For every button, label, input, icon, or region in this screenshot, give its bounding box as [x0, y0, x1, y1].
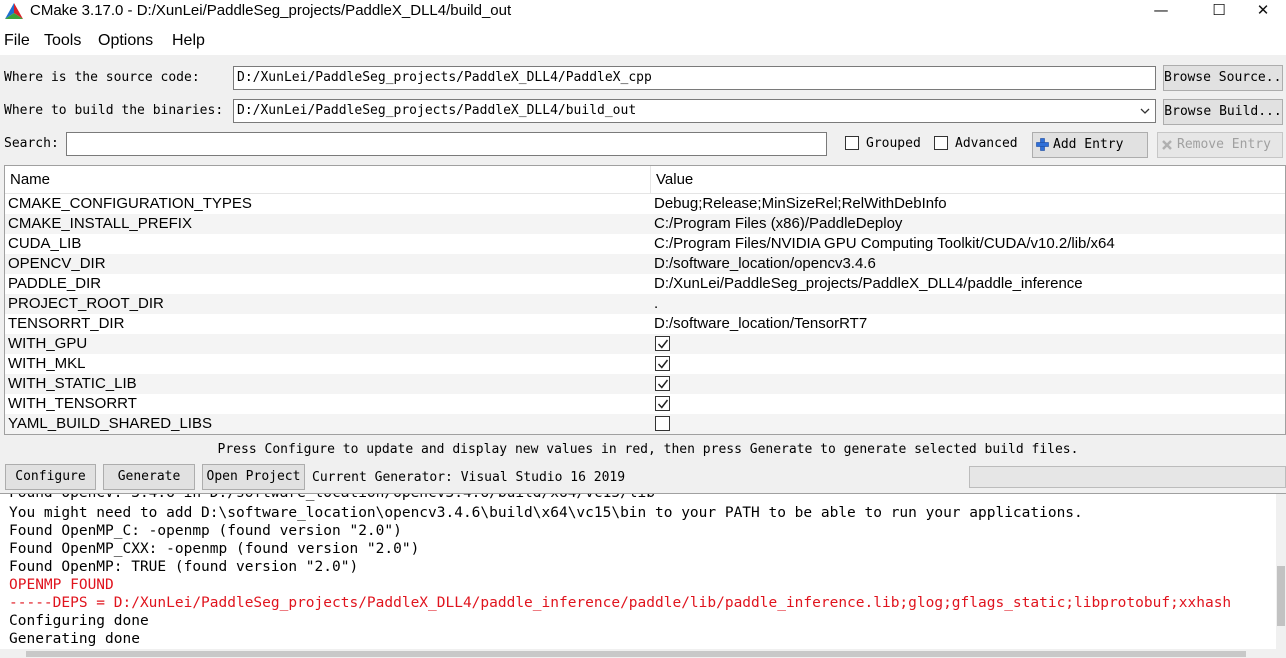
menu-file[interactable]: File: [4, 31, 30, 51]
table-row[interactable]: PADDLE_DIR D:/XunLei/PaddleSeg_projects/…: [5, 274, 1285, 294]
row-name: CMAKE_INSTALL_PREFIX: [8, 215, 192, 232]
row-name: WITH_MKL: [8, 355, 86, 372]
row-checkbox[interactable]: [655, 396, 670, 411]
column-header-value[interactable]: Value: [656, 171, 693, 189]
row-checkbox[interactable]: [655, 336, 670, 351]
table-row[interactable]: PROJECT_ROOT_DIR .: [5, 294, 1285, 314]
scrollbar-thumb[interactable]: [1277, 566, 1285, 626]
row-name: CMAKE_CONFIGURATION_TYPES: [8, 195, 252, 212]
checkmark-icon: [657, 359, 669, 369]
log-line: Found OpenMP_CXX: -openmp (found version…: [9, 541, 420, 557]
menu-options[interactable]: Options: [98, 31, 153, 51]
table-row[interactable]: CMAKE_INSTALL_PREFIX C:/Program Files (x…: [5, 214, 1285, 234]
row-name: TENSORRT_DIR: [8, 315, 125, 332]
log-line: Configuring done: [9, 613, 149, 629]
build-label: Where to build the binaries:: [4, 103, 224, 118]
search-label: Search:: [4, 136, 59, 151]
source-label: Where is the source code:: [4, 70, 200, 85]
scrollbar-thumb[interactable]: [26, 651, 1246, 657]
log-vertical-scrollbar[interactable]: [1276, 494, 1286, 658]
table-row[interactable]: WITH_STATIC_LIB: [5, 374, 1285, 394]
log-line: You might need to add D:\software_locati…: [9, 505, 1083, 521]
menu-bar: File Tools Options Help: [0, 30, 1286, 52]
output-log[interactable]: Found OpenCV: 3.4.6 in D:/software_locat…: [0, 493, 1286, 658]
row-value[interactable]: D:/software_location/TensorRT7: [654, 314, 867, 334]
window-title: CMake 3.17.0 - D:/XunLei/PaddleSeg_proje…: [30, 2, 512, 19]
column-header-name[interactable]: Name: [10, 171, 50, 189]
row-value[interactable]: D:/XunLei/PaddleSeg_projects/PaddleX_DLL…: [654, 274, 1083, 294]
checkmark-icon: [657, 399, 669, 409]
log-horizontal-scrollbar[interactable]: [0, 649, 1276, 658]
menu-help[interactable]: Help: [172, 31, 205, 51]
table-header: Name Value: [5, 166, 1285, 194]
menu-tools[interactable]: Tools: [44, 31, 81, 51]
row-name: PROJECT_ROOT_DIR: [8, 295, 164, 312]
row-checkbox[interactable]: [655, 356, 670, 371]
plus-icon: [1036, 138, 1049, 151]
cache-table: Name Value CMAKE_CONFIGURATION_TYPES Deb…: [4, 165, 1286, 435]
add-entry-button[interactable]: Add Entry: [1032, 132, 1148, 158]
progress-bar: [969, 466, 1286, 488]
title-bar: CMake 3.17.0 - D:/XunLei/PaddleSeg_proje…: [0, 0, 1286, 24]
maximize-icon[interactable]: ☐: [1196, 0, 1242, 24]
table-row[interactable]: CMAKE_CONFIGURATION_TYPES Debug;Release;…: [5, 194, 1285, 214]
current-generator: Current Generator: Visual Studio 16 2019: [312, 470, 626, 485]
open-project-button[interactable]: Open Project: [202, 464, 305, 490]
remove-entry-label: Remove Entry: [1177, 137, 1271, 152]
search-input[interactable]: [66, 132, 827, 156]
log-line: Found OpenMP: TRUE (found version "2.0"): [9, 559, 359, 575]
row-checkbox[interactable]: [655, 416, 670, 431]
add-entry-label: Add Entry: [1053, 137, 1124, 152]
table-row[interactable]: YAML_BUILD_SHARED_LIBS: [5, 414, 1285, 434]
row-name: PADDLE_DIR: [8, 275, 102, 292]
row-name: OPENCV_DIR: [8, 255, 106, 272]
advanced-label: Advanced: [955, 136, 1018, 151]
remove-icon: [1162, 140, 1172, 150]
table-row[interactable]: CUDA_LIB C:/Program Files/NVIDIA GPU Com…: [5, 234, 1285, 254]
log-line: Found OpenCV: 3.4.6 in D:/software_locat…: [9, 493, 656, 501]
table-row[interactable]: TENSORRT_DIR D:/software_location/Tensor…: [5, 314, 1285, 334]
row-name: YAML_BUILD_SHARED_LIBS: [8, 415, 212, 432]
table-row[interactable]: WITH_TENSORRT: [5, 394, 1285, 414]
row-value[interactable]: C:/Program Files/NVIDIA GPU Computing To…: [654, 234, 1115, 254]
source-input[interactable]: D:/XunLei/PaddleSeg_projects/PaddleX_DLL…: [233, 66, 1156, 90]
browse-source-button[interactable]: Browse Source...: [1163, 65, 1283, 91]
build-combobox[interactable]: D:/XunLei/PaddleSeg_projects/PaddleX_DLL…: [233, 99, 1156, 123]
row-checkbox[interactable]: [655, 376, 670, 391]
cmake-logo-icon: [5, 3, 23, 19]
close-icon[interactable]: ✕: [1240, 0, 1286, 24]
log-line: Generating done: [9, 631, 140, 647]
grouped-label: Grouped: [866, 136, 921, 151]
row-value[interactable]: C:/Program Files (x86)/PaddleDeploy: [654, 214, 902, 234]
table-row[interactable]: OPENCV_DIR D:/software_location/opencv3.…: [5, 254, 1285, 274]
remove-entry-button[interactable]: Remove Entry: [1157, 132, 1283, 158]
advanced-checkbox[interactable]: [934, 136, 948, 150]
row-name: WITH_TENSORRT: [8, 395, 137, 412]
row-value[interactable]: Debug;Release;MinSizeRel;RelWithDebInfo: [654, 194, 947, 214]
row-value[interactable]: D:/software_location/opencv3.4.6: [654, 254, 876, 274]
grouped-checkbox[interactable]: [845, 136, 859, 150]
build-value: D:/XunLei/PaddleSeg_projects/PaddleX_DLL…: [237, 103, 637, 118]
table-row[interactable]: WITH_MKL: [5, 354, 1285, 374]
hint-text: Press Configure to update and display ne…: [217, 442, 1079, 457]
row-name: CUDA_LIB: [8, 235, 82, 252]
chevron-down-icon[interactable]: [1140, 108, 1150, 115]
log-line: -----DEPS = D:/XunLei/PaddleSeg_projects…: [9, 595, 1232, 611]
checkmark-icon: [657, 379, 669, 389]
log-line: OPENMP FOUND: [9, 577, 114, 593]
checkmark-icon: [657, 339, 669, 349]
minimize-icon[interactable]: —: [1138, 0, 1184, 24]
row-name: WITH_GPU: [8, 335, 88, 352]
browse-build-button[interactable]: Browse Build...: [1163, 99, 1283, 125]
configure-button[interactable]: Configure: [5, 464, 96, 490]
row-name: WITH_STATIC_LIB: [8, 375, 137, 392]
log-line: Found OpenMP_C: -openmp (found version "…: [9, 523, 402, 539]
table-row[interactable]: WITH_GPU: [5, 334, 1285, 354]
generate-button[interactable]: Generate: [103, 464, 195, 490]
column-divider[interactable]: [650, 166, 651, 194]
row-value[interactable]: .: [654, 294, 658, 314]
